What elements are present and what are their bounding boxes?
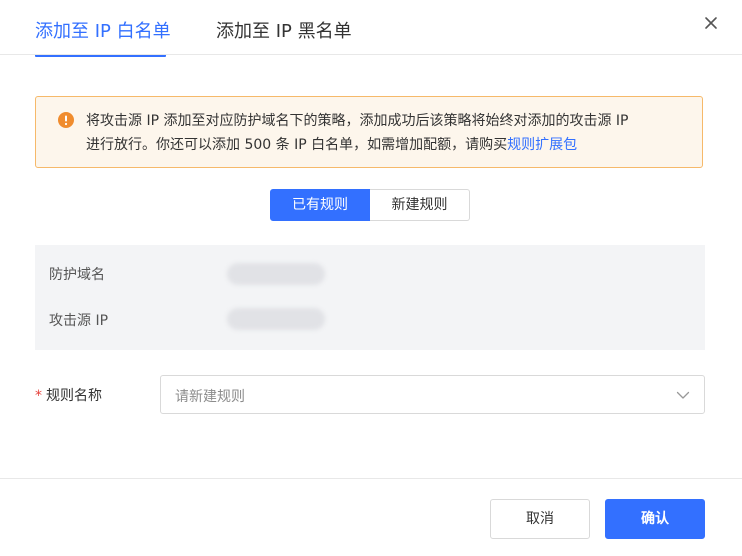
tab-ip-whitelist[interactable]: 添加至 IP 白名单 <box>35 20 171 44</box>
rule-name-select[interactable]: 请新建规则 <box>160 375 705 414</box>
alert-message: 将攻击源 IP 添加至对应防护域名下的策略，添加成功后该策略将始终对添加的攻击源… <box>86 109 686 157</box>
info-alert: 将攻击源 IP 添加至对应防护域名下的策略，添加成功后该策略将始终对添加的攻击源… <box>35 96 703 168</box>
warning-circle-icon <box>58 112 74 128</box>
tab-bar: 添加至 IP 白名单 添加至 IP 黑名单 <box>35 10 352 57</box>
alert-line-2-text: 进行放行。你还可以添加 500 条 IP 白名单，如需增加配额，请购买 <box>86 137 508 153</box>
protected-domain-value-redacted <box>227 263 325 285</box>
rule-mode-segment: 已有规则 新建规则 <box>270 189 470 221</box>
attack-source-ip-value-redacted <box>227 308 325 330</box>
alert-line-2: 进行放行。你还可以添加 500 条 IP 白名单，如需增加配额，请购买规则扩展包 <box>86 133 686 157</box>
existing-rule-button[interactable]: 已有规则 <box>270 189 370 221</box>
rule-name-placeholder: 请新建规则 <box>175 389 245 405</box>
alert-line-1: 将攻击源 IP 添加至对应防护域名下的策略，添加成功后该策略将始终对添加的攻击源… <box>86 113 629 129</box>
confirm-button[interactable]: 确认 <box>605 499 705 539</box>
target-info-panel: 防护域名 攻击源 IP <box>35 245 705 350</box>
close-button[interactable] <box>700 12 722 34</box>
tab-ip-blacklist[interactable]: 添加至 IP 黑名单 <box>216 20 352 44</box>
attack-source-ip-label: 攻击源 IP <box>49 313 109 329</box>
cancel-button[interactable]: 取消 <box>490 499 590 539</box>
new-rule-button[interactable]: 新建规则 <box>370 189 470 221</box>
rule-name-label: * 规则名称 <box>35 385 102 405</box>
rule-name-label-text: 规则名称 <box>46 388 102 404</box>
tab-divider <box>0 54 742 55</box>
chevron-down-icon <box>676 391 690 399</box>
required-mark: * <box>35 388 42 404</box>
footer-divider <box>0 478 742 479</box>
rule-extension-pack-link[interactable]: 规则扩展包 <box>507 137 577 153</box>
close-icon <box>705 17 717 29</box>
protected-domain-label: 防护域名 <box>49 267 105 283</box>
add-ip-dialog: 添加至 IP 白名单 添加至 IP 黑名单 将攻击源 IP 添加至对应防护域名下… <box>0 0 742 556</box>
